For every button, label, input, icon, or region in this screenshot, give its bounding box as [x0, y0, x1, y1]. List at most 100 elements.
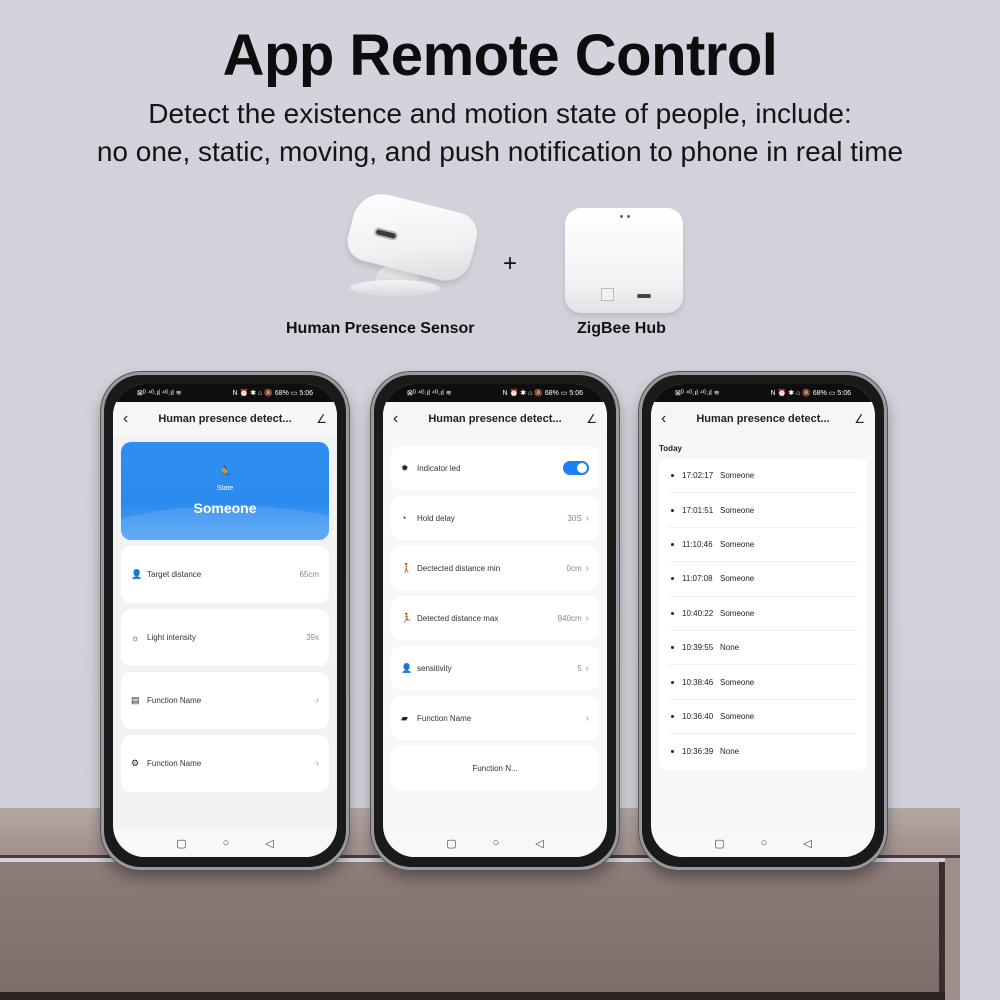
- recent-apps-icon[interactable]: ▢: [446, 837, 456, 850]
- function-button[interactable]: Function N...: [391, 746, 599, 790]
- row-value: 65cm: [299, 570, 319, 579]
- hub-label: ZigBee Hub: [577, 320, 666, 337]
- sensor-body: [343, 187, 482, 287]
- sun-icon: ✹: [401, 462, 409, 473]
- light-icon: ☼: [131, 632, 140, 643]
- state-value: Someone: [193, 500, 257, 516]
- home-icon[interactable]: ○: [493, 837, 500, 849]
- history-list: 17:02:17 Someone 17:01:51 Someone 11:10:46 So…: [659, 459, 867, 769]
- row-function-name[interactable]: ▰ Function Name ›: [391, 696, 599, 740]
- sensor-base: [350, 280, 440, 296]
- zigbee-hub-image: [565, 208, 683, 313]
- history-row: 11:07:08 Someone: [669, 562, 857, 597]
- back-nav-icon[interactable]: ◁: [265, 837, 273, 850]
- edit-icon[interactable]: ∠: [581, 412, 597, 426]
- function-button-label: Function N...: [472, 763, 518, 773]
- page-title: Human presence detect...: [158, 413, 292, 425]
- row-value: 840cm: [557, 613, 582, 623]
- history-row: 10:36:40 Someone: [669, 700, 857, 735]
- phone-screen: ⊠ᴰ ⁴ᴳ.ıl ⁴ᴳ.ıl ≋ N ⏰ ✱ ⌂ 🔕 68% ▭ 5:06 ‹ …: [113, 384, 337, 857]
- history-row: 10:38:46 Someone: [669, 665, 857, 700]
- app-bar: ‹ Human presence detect... ∠: [113, 402, 337, 436]
- row-value: 5: [577, 663, 582, 673]
- row-label: Indicator led: [417, 463, 461, 473]
- hub-usb-port: [637, 294, 651, 298]
- signal-icons: ⊠ᴰ ⁴ᴳ.ıl ⁴ᴳ.ıl ≋: [675, 390, 720, 397]
- subtitle-line-1: Detect the existence and motion state of…: [148, 98, 852, 129]
- phone-device-state: ⊠ᴰ ⁴ᴳ.ıl ⁴ᴳ.ıl ≋ N ⏰ ✱ ⌂ 🔕 68% ▭ 5:06 ‹ …: [101, 372, 349, 870]
- history-time: 10:36:40: [682, 711, 714, 721]
- bullet-icon: [671, 646, 674, 650]
- back-icon[interactable]: ‹: [123, 410, 139, 428]
- row-label: Hold delay: [417, 513, 455, 523]
- recent-apps-icon[interactable]: ▢: [714, 837, 724, 850]
- home-icon[interactable]: ○: [223, 837, 230, 849]
- row-sensitivity[interactable]: 👤 sensitivity 5 ›: [391, 646, 599, 690]
- history-time: 11:10:46: [682, 539, 713, 549]
- history-row: 17:02:17 Someone: [669, 459, 857, 494]
- subtitle-line-2: no one, static, moving, and push notific…: [96, 136, 904, 167]
- back-icon[interactable]: ‹: [661, 410, 677, 428]
- page-title: Human presence detect...: [428, 413, 562, 425]
- indicator-led-toggle[interactable]: [563, 461, 589, 475]
- chevron-right-icon: ›: [315, 758, 319, 769]
- person-icon: 👤: [131, 569, 143, 579]
- chevron-right-icon: ›: [585, 662, 589, 674]
- chevron-right-icon: ›: [585, 562, 589, 574]
- edit-icon[interactable]: ∠: [311, 412, 327, 426]
- row-value: 39x: [306, 633, 319, 642]
- walk-icon: 🚶: [401, 562, 413, 573]
- recent-apps-icon[interactable]: ▢: [176, 837, 186, 850]
- history-state: Someone: [720, 539, 755, 549]
- row-label: Function Name: [147, 696, 202, 705]
- headline: App Remote Control: [222, 23, 778, 88]
- android-nav-bar: ▢ ○ ◁: [651, 829, 875, 857]
- gear-icon: ⚙: [131, 758, 140, 768]
- history-time: 17:02:17: [682, 471, 714, 481]
- chat-icon: ▰: [401, 712, 408, 723]
- bullet-icon: [671, 749, 674, 753]
- chevron-right-icon: ›: [585, 712, 589, 724]
- status-right: N ⏰ ✱ ⌂ 🔕 68% ▭ 5:06: [770, 390, 851, 397]
- clock-icon: ◔: [401, 513, 407, 523]
- back-icon[interactable]: ‹: [393, 410, 409, 428]
- history-state: None: [720, 746, 740, 756]
- row-function-name-1[interactable]: ▤ Function Name ›: [121, 672, 329, 729]
- person-icon: 👤: [401, 662, 413, 673]
- history-time: 10:38:46: [682, 677, 714, 687]
- chevron-right-icon: ›: [585, 612, 589, 624]
- presence-sensor-image: [340, 187, 482, 297]
- page-title: Human presence detect...: [696, 413, 830, 425]
- phone-screen: ⊠ᴰ ⁴ᴳ.ıl ⁴ᴳ.ıl ≋ N ⏰ ✱ ⌂ 🔕 68% ▭ 5:06 ‹ …: [651, 384, 875, 857]
- status-right: N ⏰ ✱ ⌂ 🔕 68% ▭ 5:06: [232, 390, 313, 397]
- bullet-icon: [671, 474, 674, 478]
- back-nav-icon[interactable]: ◁: [803, 837, 811, 850]
- home-icon[interactable]: ○: [761, 837, 768, 849]
- bullet-icon: [671, 680, 674, 684]
- cabinet-side: [945, 858, 960, 1000]
- sensor-label: Human Presence Sensor: [286, 320, 475, 337]
- document-icon: ▤: [131, 695, 140, 705]
- row-label: Function Name: [147, 759, 202, 768]
- history-time: 10:36:39: [682, 746, 714, 756]
- edit-icon[interactable]: ∠: [849, 412, 865, 426]
- hub-led: [620, 215, 623, 218]
- row-hold-delay[interactable]: ◔ Hold delay 30S ›: [391, 496, 599, 540]
- state-card: 🏃 State Someone: [121, 442, 329, 540]
- back-nav-icon[interactable]: ◁: [535, 837, 543, 850]
- signal-icons: ⊠ᴰ ⁴ᴳ.ıl ⁴ᴳ.ıl ≋: [137, 390, 182, 397]
- row-label: sensitivity: [417, 663, 452, 673]
- history-state: Someone: [720, 505, 755, 515]
- row-indicator-led: ✹ Indicator led: [391, 446, 599, 490]
- status-right: N ⏰ ✱ ⌂ 🔕 68% ▭ 5:06: [502, 390, 583, 397]
- row-label: Light intensity: [147, 633, 196, 642]
- row-distance-min[interactable]: 🚶 Dectected distance min 0cm ›: [391, 546, 599, 590]
- usb-c-port: [373, 226, 399, 242]
- chevron-right-icon: ›: [585, 512, 589, 524]
- row-function-name-2[interactable]: ⚙ Function Name ›: [121, 735, 329, 792]
- running-person-icon: 🏃: [218, 467, 232, 479]
- row-label: Function Name: [417, 713, 472, 723]
- row-distance-max[interactable]: 🏃 Detected distance max 840cm ›: [391, 596, 599, 640]
- app-bar: ‹ Human presence detect... ∠: [383, 402, 607, 436]
- bullet-icon: [671, 611, 674, 615]
